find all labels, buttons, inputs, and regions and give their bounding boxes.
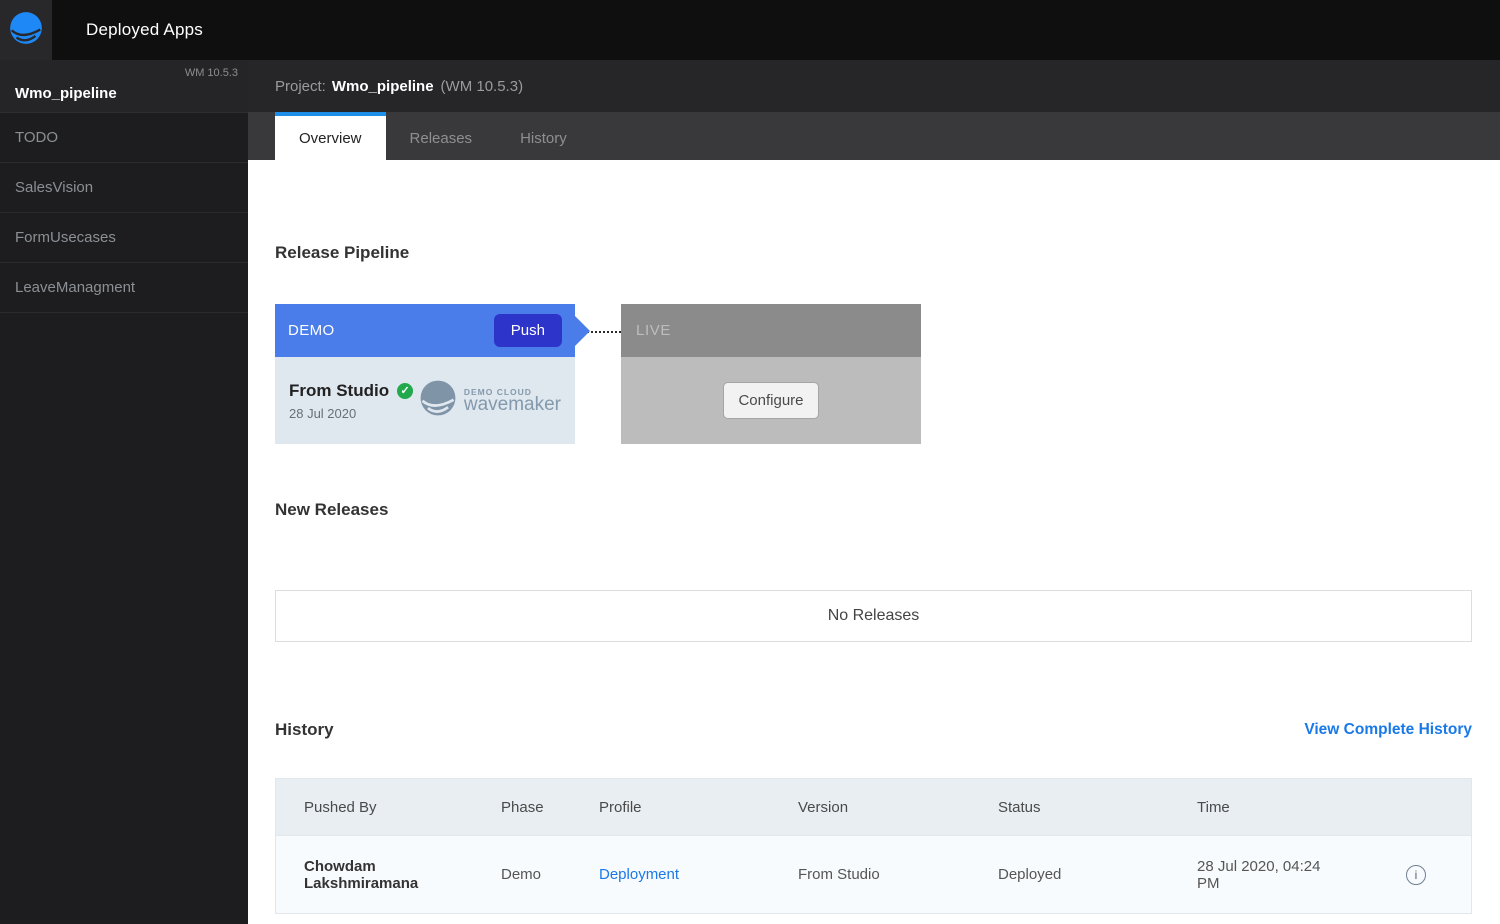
new-releases-heading: New Releases (275, 500, 1472, 520)
col-pushed-by: Pushed By (276, 799, 501, 816)
no-releases-text: No Releases (828, 607, 920, 625)
history-table: Pushed By Phase Profile Version Status T… (275, 778, 1472, 914)
cell-time: 28 Jul 2020, 04:24 PM (1197, 858, 1373, 892)
tab-overview[interactable]: Overview (275, 112, 386, 160)
selected-project-name: Wmo_pipeline (15, 85, 117, 102)
cell-pushed-by: Chowdam Lakshmiramana (276, 858, 501, 892)
history-heading: History (275, 720, 334, 740)
cell-version: From Studio (798, 866, 998, 883)
tab-bar: Overview Releases History (248, 112, 1500, 160)
sidebar-item-label: TODO (15, 129, 58, 146)
project-version: (WM 10.5.3) (441, 78, 524, 95)
sidebar-item-wmo-pipeline[interactable]: Wmo_pipeline WM 10.5.3 (0, 60, 248, 113)
selected-project-version: WM 10.5.3 (185, 67, 238, 79)
col-status: Status (998, 799, 1197, 816)
pipeline-arrow-icon (575, 316, 590, 346)
overview-content: Release Pipeline DEMO Push From Studio ✓ (248, 160, 1500, 924)
success-check-icon: ✓ (397, 383, 413, 399)
app-logo[interactable] (0, 0, 52, 60)
demo-phase-body: From Studio ✓ 28 Jul 2020 (275, 357, 575, 444)
history-table-header: Pushed By Phase Profile Version Status T… (276, 779, 1471, 835)
demo-phase-card: DEMO Push From Studio ✓ 28 Jul 2020 (275, 304, 575, 444)
demo-source-label: From Studio (289, 381, 389, 401)
sidebar-item-leavemanagment[interactable]: LeaveManagment (0, 263, 248, 313)
col-version: Version (798, 799, 998, 816)
info-icon[interactable]: i (1406, 865, 1426, 885)
pipeline-cards: DEMO Push From Studio ✓ 28 Jul 2020 (275, 304, 1472, 444)
demo-phase-label: DEMO (288, 322, 335, 339)
tab-releases[interactable]: Releases (386, 112, 497, 160)
live-phase-header: LIVE (621, 304, 921, 357)
tab-history[interactable]: History (496, 112, 591, 160)
sidebar-item-label: SalesVision (15, 179, 93, 196)
demo-cloud-logo: DEMO CLOUD wavemaker (416, 376, 561, 425)
live-phase-card: LIVE Configure (621, 304, 921, 444)
col-phase: Phase (501, 799, 599, 816)
cell-status: Deployed (998, 866, 1197, 883)
demo-phase-header: DEMO Push (275, 304, 575, 357)
no-releases-box: No Releases (275, 590, 1472, 642)
configure-button[interactable]: Configure (723, 382, 818, 419)
live-phase-label: LIVE (636, 322, 671, 339)
sidebar-item-label: FormUsecases (15, 229, 116, 246)
wavemaker-wave-icon (7, 9, 45, 52)
table-row: Chowdam Lakshmiramana Demo Deployment Fr… (276, 835, 1471, 913)
cell-phase: Demo (501, 866, 599, 883)
cell-profile-link[interactable]: Deployment (599, 866, 798, 883)
col-profile: Profile (599, 799, 798, 816)
project-name: Wmo_pipeline (332, 78, 434, 95)
release-pipeline-heading: Release Pipeline (275, 243, 1472, 263)
sidebar-item-formusecases[interactable]: FormUsecases (0, 213, 248, 263)
sidebar-item-salesvision[interactable]: SalesVision (0, 163, 248, 213)
wavemaker-wave-icon (416, 376, 460, 425)
page-title: Deployed Apps (86, 0, 203, 60)
top-bar: Deployed Apps (0, 0, 1500, 60)
demo-deploy-date: 28 Jul 2020 (289, 406, 413, 421)
wavemaker-brand-text: wavemaker (464, 395, 561, 414)
project-header: Project: Wmo_pipeline (WM 10.5.3) (248, 60, 1500, 112)
sidebar-item-todo[interactable]: TODO (0, 113, 248, 163)
view-complete-history-link[interactable]: View Complete History (1304, 721, 1472, 739)
project-prefix: Project: (275, 78, 326, 95)
push-button[interactable]: Push (494, 314, 562, 347)
live-phase-body: Configure (621, 357, 921, 444)
demo-deploy-info: From Studio ✓ 28 Jul 2020 (289, 381, 413, 421)
sidebar-item-label: LeaveManagment (15, 279, 135, 296)
projects-sidebar: Wmo_pipeline WM 10.5.3 TODO SalesVision … (0, 60, 248, 924)
col-time: Time (1197, 799, 1373, 816)
